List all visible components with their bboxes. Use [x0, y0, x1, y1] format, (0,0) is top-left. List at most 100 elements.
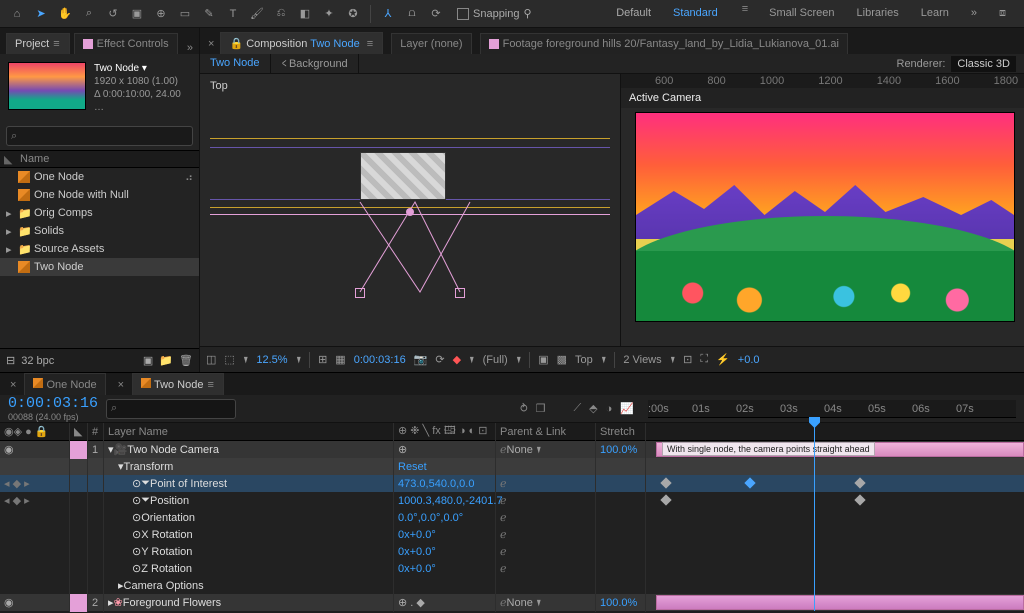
home-icon[interactable]: ⌂ [6, 3, 28, 25]
timeline-tab-twonode[interactable]: Two Node≡ [132, 373, 224, 395]
draft3d-tl-icon[interactable]: ❒ [536, 402, 546, 415]
roto-tool-icon[interactable]: ✦ [318, 3, 340, 25]
eye-col-icon[interactable]: ◉ [4, 425, 14, 438]
pen-tool-icon[interactable]: ✎ [198, 3, 220, 25]
world-axis-icon[interactable]: ⩍ [401, 3, 423, 25]
material-icon[interactable]: ⊡ [683, 353, 692, 366]
list-item[interactable]: ▸📁Source Assets [0, 240, 199, 258]
keyframe[interactable] [744, 477, 755, 488]
workspace-more-icon[interactable]: » [969, 3, 979, 24]
selection-tool-icon[interactable]: ➤ [30, 3, 52, 25]
brush-tool-icon[interactable]: 🖌 [246, 3, 268, 25]
viewport-top[interactable]: Top [200, 74, 620, 346]
project-tab[interactable]: Project≡ [6, 33, 70, 54]
zoom-tool-icon[interactable]: ⌕ [78, 3, 100, 25]
current-timecode[interactable]: 0:00:03:16 [8, 395, 98, 412]
camera-handle[interactable] [455, 288, 465, 298]
interpret-icon[interactable]: ⊟ [6, 354, 15, 367]
moblur-icon[interactable]: ◑ [606, 403, 613, 415]
orbit-tool-icon[interactable]: ↺ [102, 3, 124, 25]
snapping-opts-icon[interactable]: ⚲ [524, 7, 532, 20]
asset-title[interactable]: Two Node ▾ [94, 62, 191, 75]
grid-icon[interactable]: ▦ [335, 353, 345, 366]
col-name[interactable]: Name [20, 153, 49, 165]
composition-tab[interactable]: 🔒 Composition Two Node ≡ [220, 32, 383, 54]
magnification-select[interactable]: 12.5% [256, 354, 287, 366]
workspace-learn[interactable]: Learn [919, 3, 951, 24]
stopwatch-icon[interactable]: ⊙ [132, 562, 141, 575]
draft3d-icon[interactable]: ⛶ [700, 353, 708, 366]
footage-tab[interactable]: Footage foreground hills 20/Fantasy_land… [480, 33, 848, 54]
stopwatch-icon[interactable]: ⊙ [132, 477, 141, 490]
bpc-toggle[interactable]: 32 bpc [21, 355, 54, 367]
layer-bar[interactable] [656, 595, 1024, 610]
eye-icon[interactable]: ◉ [4, 443, 14, 456]
graph-ed-icon[interactable]: 📈 [620, 402, 634, 415]
trash-icon[interactable]: 🗑 [179, 354, 193, 367]
search-help-icon[interactable]: ⧈ [997, 3, 1008, 24]
text-tool-icon[interactable]: T [222, 3, 244, 25]
timeline-tab-onenode[interactable]: One Node [24, 373, 105, 395]
layer-marker[interactable]: With single node, the camera points stra… [662, 442, 875, 456]
list-item[interactable]: One Node⠴ [0, 168, 199, 186]
stopwatch-icon[interactable]: ⊙ [132, 545, 141, 558]
viewport-active-camera[interactable]: 600800100012001400160018002000 Active Ca… [620, 74, 1024, 346]
view-axis-icon[interactable]: ⟳ [425, 3, 447, 25]
parent-select[interactable]: None ▾ [507, 443, 542, 456]
list-item[interactable]: ▸📁Solids [0, 222, 199, 240]
timeline-search-input[interactable]: ⌕ [106, 399, 236, 419]
tag-icon[interactable]: ◣ [4, 153, 12, 166]
keyframe[interactable] [854, 477, 865, 488]
mask-vis-icon[interactable]: ⬚ [224, 353, 234, 366]
parent-select[interactable]: None ▾ [507, 596, 542, 609]
new-folder-icon[interactable]: 📁 [159, 354, 173, 367]
preview-time[interactable]: 0:00:03:16 [354, 354, 406, 366]
fastprev-icon[interactable]: ⚡ [716, 353, 730, 366]
rect-tool-icon[interactable]: ▭ [174, 3, 196, 25]
keyframe[interactable] [660, 494, 671, 505]
comp-flow-icon[interactable]: ⥁ [520, 402, 528, 415]
shy-icon[interactable]: ⟋ [573, 402, 581, 415]
alpha-icon[interactable]: ◫ [206, 353, 216, 366]
pan-behind-tool-icon[interactable]: ⊕ [150, 3, 172, 25]
roi-icon[interactable]: ▣ [538, 353, 548, 366]
effect-controls-tab[interactable]: Effect Controls [74, 33, 178, 54]
eraser-tool-icon[interactable]: ◧ [294, 3, 316, 25]
workspace-default[interactable]: Default [614, 3, 653, 24]
show-snapshot-icon[interactable]: ⟳ [435, 353, 444, 366]
current-time-indicator[interactable] [814, 423, 815, 611]
view-select[interactable]: Top [575, 354, 593, 366]
safe-zones-icon[interactable]: ⊞ [318, 353, 327, 366]
stopwatch-icon[interactable]: ⊙ [132, 494, 141, 507]
stopwatch-icon[interactable]: ⊙ [132, 511, 141, 524]
stopwatch-icon[interactable]: ⊙ [132, 528, 141, 541]
hand-tool-icon[interactable]: ✋ [54, 3, 76, 25]
subtab-background[interactable]: Background [289, 58, 348, 70]
camera-tool-icon[interactable]: ▣ [126, 3, 148, 25]
new-comp-icon[interactable]: ▣ [143, 354, 153, 367]
camera-handle[interactable] [355, 288, 365, 298]
panel-overflow-icon[interactable]: » [187, 42, 193, 54]
local-axis-icon[interactable]: ⅄ [377, 3, 399, 25]
exposure-value[interactable]: +0.0 [738, 354, 760, 366]
snapshot-icon[interactable]: 📷 [414, 353, 428, 366]
nviews-select[interactable]: 2 Views [623, 354, 661, 366]
list-item[interactable]: Two Node [0, 258, 199, 276]
workspace-libraries[interactable]: Libraries [855, 3, 901, 24]
list-item[interactable]: ▸📁Orig Comps [0, 204, 199, 222]
time-ruler[interactable]: :00s01s02s03s04s05s06s07s [648, 400, 1016, 418]
workspace-smallscreen[interactable]: Small Screen [767, 3, 836, 24]
keyframe-icon[interactable]: ⏷ [141, 477, 150, 490]
clone-tool-icon[interactable]: ⎌ [270, 3, 292, 25]
renderer-select[interactable]: Classic 3D [951, 56, 1016, 72]
lock-icon[interactable]: 🔒 [229, 38, 243, 50]
list-item[interactable]: One Node with Null [0, 186, 199, 204]
subtab-twonode[interactable]: Two Node [200, 54, 271, 73]
workspace-standard[interactable]: Standard [671, 3, 720, 24]
track-area[interactable]: With single node, the camera points stra… [656, 441, 1024, 611]
keyframe[interactable] [854, 494, 865, 505]
keyframe-icon[interactable]: ⏷ [141, 494, 150, 507]
channel-icon[interactable]: ◆ [453, 353, 461, 366]
transparency-grid-icon[interactable]: ▩ [557, 353, 567, 366]
frameblend-icon[interactable]: ⬘ [589, 402, 597, 415]
